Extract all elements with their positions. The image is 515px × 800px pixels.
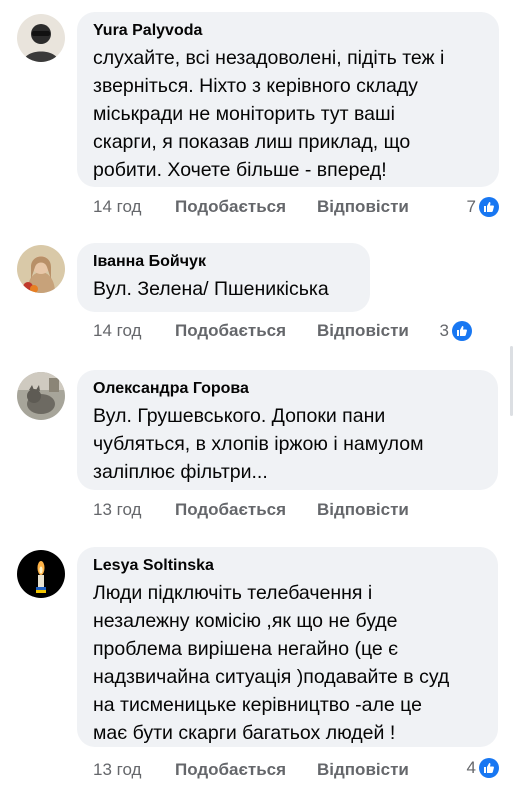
comment-text: Вул. Грушевського. Допоки пани чубляться…	[93, 405, 424, 483]
comment-bubble: Олександра Горова Вул. Грушевського. Доп…	[77, 370, 498, 490]
reaction-summary[interactable]: 7	[467, 194, 499, 220]
avatar[interactable]	[17, 14, 65, 62]
avatar[interactable]	[17, 550, 65, 598]
comment-author[interactable]: Yura Palyvoda	[93, 21, 483, 41]
reaction-summary[interactable]: 3	[440, 318, 472, 344]
avatar[interactable]	[17, 372, 65, 420]
like-icon	[479, 758, 499, 778]
reaction-count: 7	[466, 197, 476, 216]
reply-button[interactable]: Відповісти	[317, 321, 409, 341]
comment-author[interactable]: Іванна Бойчук	[93, 252, 354, 272]
comment-text: Вул. Зелена/ Пшеникіська	[93, 278, 329, 300]
reaction-count: 3	[439, 321, 449, 340]
comment-author[interactable]: Олександра Горова	[93, 379, 482, 399]
comment-timestamp[interactable]: 13 год	[93, 760, 175, 780]
comment-text: Люди підключіть телебачення і незалежну …	[93, 582, 450, 744]
comment-actions: 13 год Подобається Відповісти	[93, 497, 409, 523]
reply-button[interactable]: Відповісти	[317, 197, 409, 217]
like-button[interactable]: Подобається	[175, 197, 317, 217]
reaction-count: 4	[466, 758, 476, 777]
comment-actions: 14 год Подобається Відповісти	[93, 318, 409, 344]
comment-bubble: Іванна Бойчук Вул. Зелена/ Пшеникіська	[77, 243, 370, 312]
comment-timestamp[interactable]: 14 год	[93, 197, 175, 217]
like-icon	[479, 197, 499, 217]
comment-bubble: Yura Palyvoda слухайте, всі незадоволені…	[77, 12, 499, 187]
comment-timestamp[interactable]: 13 год	[93, 500, 175, 520]
comment-text: слухайте, всі незадоволені, підіть теж і…	[93, 47, 445, 181]
reply-button[interactable]: Відповісти	[317, 760, 409, 780]
like-button[interactable]: Подобається	[175, 321, 317, 341]
like-button[interactable]: Подобається	[175, 500, 317, 520]
like-button[interactable]: Подобається	[175, 760, 317, 780]
comment-actions: 14 год Подобається Відповісти	[93, 194, 409, 220]
comment-bubble: Lesya Soltinska Люди підключіть телебаче…	[77, 547, 498, 747]
reply-button[interactable]: Відповісти	[317, 500, 409, 520]
comment-timestamp[interactable]: 14 год	[93, 321, 175, 341]
comment-author[interactable]: Lesya Soltinska	[93, 556, 482, 576]
comment-actions: 13 год Подобається Відповісти	[93, 757, 409, 783]
reaction-summary[interactable]: 4	[467, 755, 499, 781]
avatar[interactable]	[17, 245, 65, 293]
scrollbar[interactable]	[510, 346, 513, 416]
like-icon	[452, 321, 472, 341]
